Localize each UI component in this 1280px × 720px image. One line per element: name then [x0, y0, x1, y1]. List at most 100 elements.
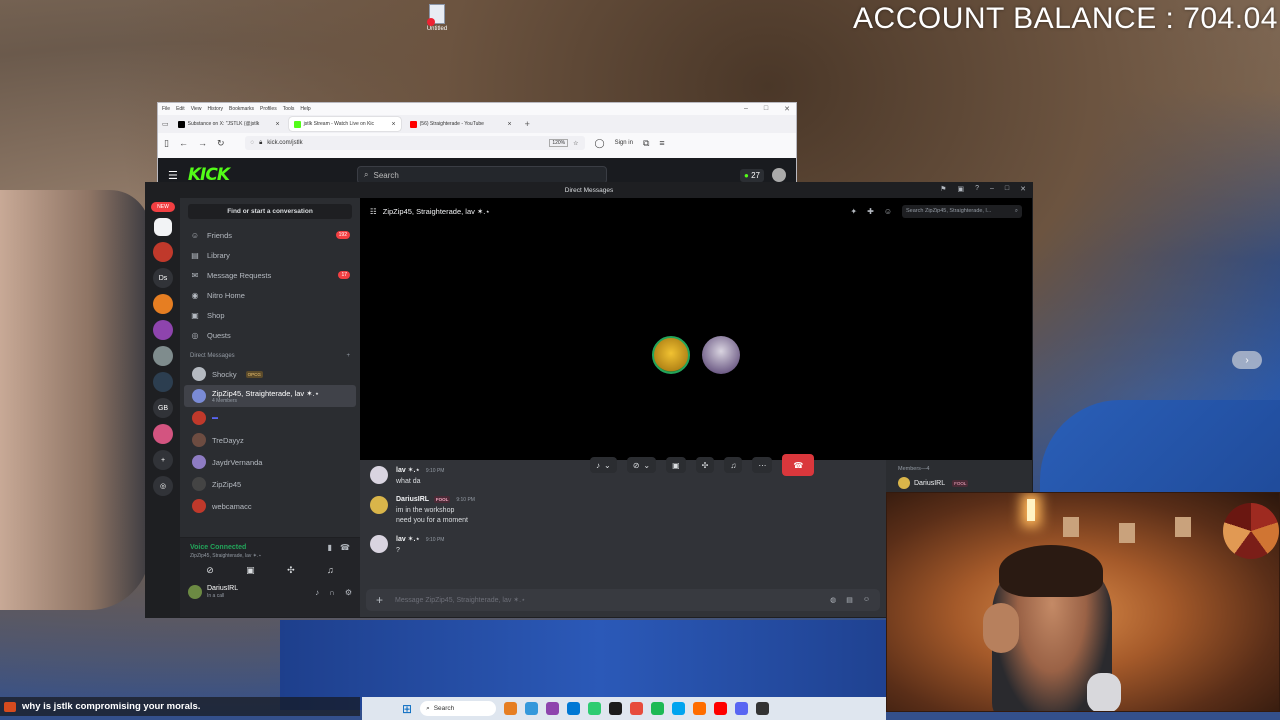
new-tab-icon[interactable]: +: [525, 119, 530, 129]
menu-file[interactable]: File: [162, 106, 170, 112]
channel-title[interactable]: ZipZip45, Straighterade, lav ✶.⋆: [383, 207, 490, 216]
taskbar-app-icon[interactable]: [525, 702, 539, 715]
message-composer[interactable]: + Message ZipZip45, Straighterade, lav ✶…: [366, 589, 880, 611]
reload-icon[interactable]: ↻: [217, 138, 225, 149]
voice-channel[interactable]: ZipZip45, Straighterade, lav ✶.⋆: [180, 552, 360, 560]
maximize-icon[interactable]: □: [764, 105, 768, 113]
message-author[interactable]: lav ✶.⋆: [396, 536, 420, 543]
mic-icon[interactable]: ♪: [315, 588, 319, 597]
participant-avatar-lav[interactable]: [702, 336, 740, 374]
avatar[interactable]: [370, 466, 388, 484]
tab-close-icon[interactable]: ×: [276, 121, 280, 128]
taskbar-app-icon[interactable]: [735, 702, 749, 715]
hamburger-icon[interactable]: ☰: [168, 169, 178, 182]
server-icon[interactable]: [153, 346, 173, 366]
inbox-icon[interactable]: ⚑: [940, 185, 946, 193]
settings-icon[interactable]: ⚙: [345, 588, 352, 597]
taskbar-app-icon[interactable]: [588, 702, 602, 715]
taskbar-app-icon[interactable]: [546, 702, 560, 715]
find-conversation-button[interactable]: Find or start a conversation: [188, 204, 352, 219]
taskbar-app-icon[interactable]: [651, 702, 665, 715]
avatar[interactable]: [772, 168, 786, 182]
menu-bookmarks[interactable]: Bookmarks: [229, 106, 254, 112]
server-ds[interactable]: Ds: [153, 268, 173, 288]
tab-kick-stream[interactable]: jstlk Stream - Watch Live on Kic ×: [288, 117, 401, 131]
windows-start-icon[interactable]: ⊞: [402, 702, 412, 716]
nav-quests[interactable]: ◎ Quests: [180, 325, 360, 345]
close-icon[interactable]: ✕: [1020, 185, 1026, 193]
nav-friends[interactable]: ☺ Friends 192: [180, 225, 360, 245]
sign-in-link[interactable]: Sign in: [615, 140, 633, 146]
tab-youtube[interactable]: (56) Straighterade - YouTube ×: [405, 117, 517, 131]
minimize-icon[interactable]: –: [744, 105, 748, 113]
server-icon[interactable]: [153, 242, 173, 262]
tab-x-substance[interactable]: Substance on X: "JSTLK (@jstlk ×: [173, 117, 285, 131]
taskbar-app-icon[interactable]: [630, 702, 644, 715]
nav-nitro-home[interactable]: ◉ Nitro Home: [180, 285, 360, 305]
extensions-icon[interactable]: ⧉: [643, 138, 649, 149]
pin-icon[interactable]: ✦: [850, 207, 857, 216]
screen-icon[interactable]: ▣: [957, 185, 964, 193]
url-bar[interactable]: ◌ 🔒︎ kick.com/jstlk 120% ☆: [244, 136, 585, 150]
nav-message-requests[interactable]: ✉ Message Requests 17: [180, 265, 360, 285]
members-icon[interactable]: ☺: [884, 207, 892, 216]
avatar[interactable]: [188, 585, 202, 599]
channel-search-input[interactable]: Search ZipZip45, Straighterade, l... ⌕: [902, 204, 1022, 218]
tab-close-icon[interactable]: ×: [508, 121, 512, 128]
nav-library[interactable]: ▤ Library: [180, 245, 360, 265]
dm-item-group[interactable]: ZipZip45, Straighterade, lav ✶.⋆ 4 Membe…: [184, 385, 356, 407]
taskbar-app-icon[interactable]: [672, 702, 686, 715]
taskbar-app-icon[interactable]: [567, 702, 581, 715]
camera-off-icon[interactable]: ⊘: [206, 565, 214, 576]
add-server-icon[interactable]: +: [153, 450, 173, 470]
message-author[interactable]: DariusIRL: [396, 496, 429, 503]
disconnect-icon[interactable]: ☎: [340, 543, 350, 552]
member-item[interactable]: DariusIRL FOOL: [898, 477, 1020, 489]
participant-avatar-duck[interactable]: [652, 336, 690, 374]
gift-icon[interactable]: ◍: [830, 596, 836, 604]
sidebar-toggle-icon[interactable]: ▯: [164, 138, 169, 149]
attach-icon[interactable]: +: [376, 593, 383, 607]
maximize-icon[interactable]: □: [1005, 185, 1009, 193]
add-friend-icon[interactable]: ✚: [867, 207, 874, 216]
taskbar-app-icon[interactable]: [756, 702, 770, 715]
menu-help[interactable]: Help: [300, 106, 310, 112]
forward-icon[interactable]: →: [198, 138, 207, 148]
tab-list-icon[interactable]: ▭: [162, 120, 169, 128]
account-icon[interactable]: ◯: [595, 138, 605, 149]
menu-history[interactable]: History: [207, 106, 223, 112]
sticker-icon[interactable]: ▤: [846, 596, 853, 604]
server-icon[interactable]: [153, 294, 173, 314]
server-icon[interactable]: [153, 320, 173, 340]
bookmark-star-icon[interactable]: ☆: [573, 140, 578, 147]
menu-view[interactable]: View: [191, 106, 202, 112]
taskbar-app-icon[interactable]: [609, 702, 623, 715]
soundboard-icon[interactable]: ♫: [327, 565, 334, 576]
desktop-file-icon[interactable]: Untitled: [424, 4, 450, 32]
menu-profiles[interactable]: Profiles: [260, 106, 277, 112]
help-icon[interactable]: ?: [975, 185, 979, 193]
voice-status[interactable]: Voice Connected: [190, 544, 246, 551]
chevron-right-icon[interactable]: ›: [1232, 351, 1262, 369]
dm-item[interactable]: ▬: [184, 407, 356, 429]
discover-icon[interactable]: ◎: [153, 476, 173, 496]
minimize-icon[interactable]: –: [990, 185, 994, 193]
dm-item-tredayyz[interactable]: TreDayyz: [184, 429, 356, 451]
close-icon[interactable]: ✕: [784, 105, 790, 113]
menu-tools[interactable]: Tools: [283, 106, 295, 112]
home-icon[interactable]: [154, 218, 172, 236]
back-icon[interactable]: ←: [179, 138, 188, 148]
server-icon[interactable]: [153, 424, 173, 444]
menu-icon[interactable]: ≡: [659, 138, 664, 148]
server-icon[interactable]: [153, 372, 173, 392]
taskbar-search[interactable]: ⌕ Search: [420, 701, 497, 716]
zoom-level[interactable]: 120%: [549, 139, 569, 147]
dm-item-shocky[interactable]: Shocky OPCG: [184, 363, 356, 385]
signal-icon[interactable]: ▮: [328, 543, 332, 552]
menu-edit[interactable]: Edit: [176, 106, 185, 112]
nav-shop[interactable]: ▣ Shop: [180, 305, 360, 325]
avatar[interactable]: [370, 534, 388, 553]
taskbar-app-icon[interactable]: [504, 702, 518, 715]
activities-icon[interactable]: ✣: [287, 565, 295, 576]
add-dm-icon[interactable]: +: [346, 353, 350, 359]
